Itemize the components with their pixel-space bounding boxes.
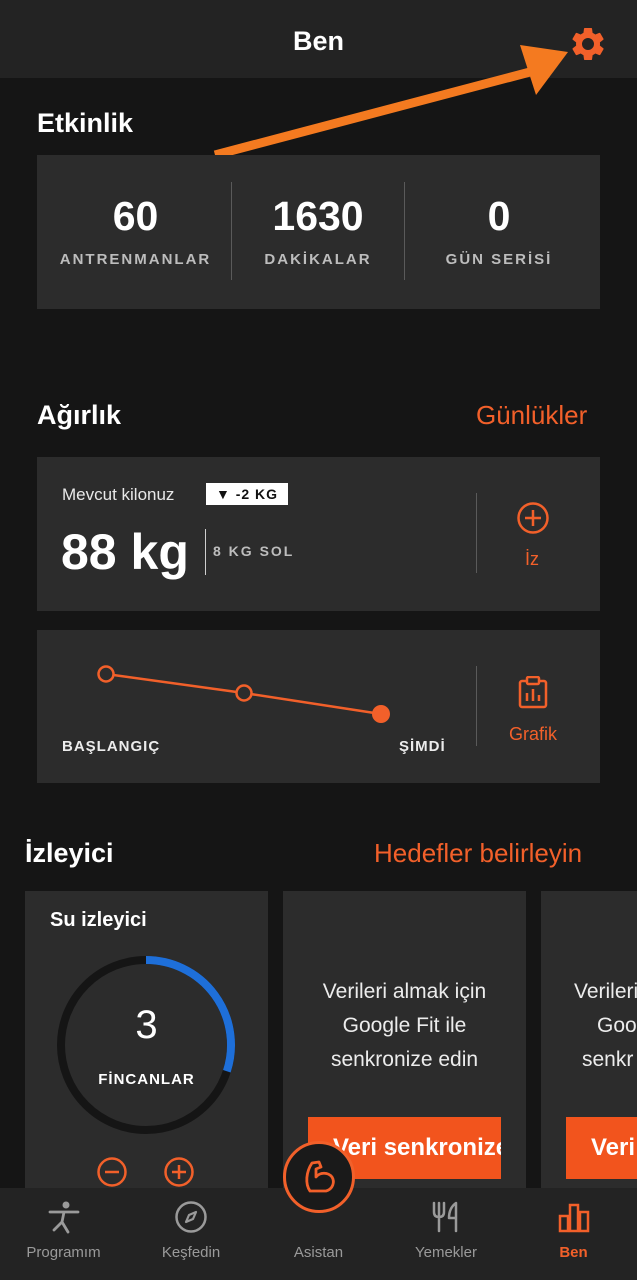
nav-item-me[interactable]: Ben <box>510 1188 637 1280</box>
flexed-arm-icon <box>305 1160 335 1193</box>
now-label: ŞİMDİ <box>399 738 446 755</box>
weight-change-badge: ▼ -2 KG <box>206 483 288 505</box>
plus-circle-icon <box>517 502 549 534</box>
sync-text-line: Goo <box>597 1014 637 1037</box>
nav-label: Ben <box>559 1244 588 1261</box>
logs-link[interactable]: Günlükler <box>476 400 587 431</box>
sync-description: Verileri almak için Google Fit ile senkr… <box>283 975 526 1077</box>
stat-value: 60 <box>112 193 159 239</box>
weight-section-title: Ağırlık <box>37 400 122 430</box>
trackers-section-title: İzleyici <box>25 838 114 868</box>
weight-left-to-goal: 8 KG SOL <box>213 543 295 559</box>
plus-circle-icon[interactable] <box>163 1156 195 1188</box>
sync-text-line: Verileri <box>574 980 637 1003</box>
current-weight-card: Mevcut kilonuz ▼ -2 KG 88 kg 8 KG SOL İz <box>37 457 600 611</box>
weight-graph-card: BAŞLANGIÇ ŞİMDİ Grafik <box>37 630 600 783</box>
sync-text-line: senkronize edin <box>330 1048 479 1071</box>
nav-label: Keşfedin <box>161 1244 221 1261</box>
stat-value: 1630 <box>272 193 364 239</box>
sync-text-line: Verileri almak için <box>322 980 487 1003</box>
nav-item-meals[interactable]: Yemekler <box>382 1188 510 1280</box>
sync-text-line: Google Fit ile <box>342 1014 467 1037</box>
top-app-bar: Ben <box>0 0 637 78</box>
activity-section-title: Etkinlik <box>37 108 134 138</box>
page-title: Ben <box>292 26 344 56</box>
water-tracker-title: Su izleyici <box>50 909 147 931</box>
set-goals-link[interactable]: Hedefler belirleyin <box>374 838 582 869</box>
stat-workouts: 60 ANTRENMANLAR <box>37 155 234 309</box>
current-weight-value: 88 kg <box>61 524 189 580</box>
stat-label: ANTRENMANLAR <box>59 251 212 268</box>
start-label: BAŞLANGIÇ <box>62 738 161 755</box>
google-fit-sync-card-partial: Verileri Goo senkr Veri <box>541 891 637 1201</box>
minus-circle-icon[interactable] <box>96 1156 128 1188</box>
nav-label: Yemekler <box>415 1244 477 1261</box>
sync-data-button[interactable]: Veri <box>566 1117 637 1179</box>
activity-stats-card: 60 ANTRENMANLAR 1630 DAKİKALAR 0 GÜN SER… <box>37 155 600 309</box>
now-point <box>372 705 390 723</box>
assistant-button[interactable] <box>283 1141 355 1213</box>
weight-trend-line <box>97 665 390 723</box>
compass-icon <box>175 1201 207 1233</box>
chart-label: Grafik <box>508 724 557 744</box>
sync-text-line: senkr <box>582 1048 634 1071</box>
mid-point <box>235 684 253 702</box>
stat-label: DAKİKALAR <box>264 251 372 268</box>
chart-button[interactable]: Grafik <box>501 674 565 744</box>
clipboard-chart-icon <box>518 676 548 709</box>
stat-label: GÜN SERİSİ <box>445 251 553 268</box>
current-weight-caption: Mevcut kilonuz <box>62 485 175 504</box>
start-point <box>97 665 115 683</box>
nav-label: Programım <box>26 1244 101 1261</box>
nav-label: Asistan <box>293 1244 344 1261</box>
stat-minutes: 1630 DAKİKALAR <box>232 155 404 309</box>
nav-item-my-program[interactable]: Programım <box>0 1188 127 1280</box>
track-weight-button[interactable]: İz <box>499 497 565 577</box>
water-tracker-card[interactable]: Su izleyici 3 FİNCANLAR <box>25 891 268 1201</box>
nav-item-discover[interactable]: Keşfedin <box>127 1188 255 1280</box>
divider <box>476 493 477 573</box>
divider <box>476 666 477 746</box>
stat-day-streak: 0 GÜN SERİSİ <box>405 155 593 309</box>
stat-value: 0 <box>487 193 511 239</box>
sync-description: Verileri Goo senkr <box>541 975 637 1077</box>
divider <box>205 529 206 575</box>
exercise-figure-icon <box>48 1201 80 1234</box>
gear-icon[interactable] <box>568 24 608 64</box>
cups-label: FİNCANLAR <box>98 1071 195 1088</box>
cups-count: 3 <box>135 1003 158 1047</box>
track-label: İz <box>524 549 539 569</box>
fork-knife-icon <box>432 1201 458 1233</box>
bar-chart-icon <box>558 1203 590 1233</box>
